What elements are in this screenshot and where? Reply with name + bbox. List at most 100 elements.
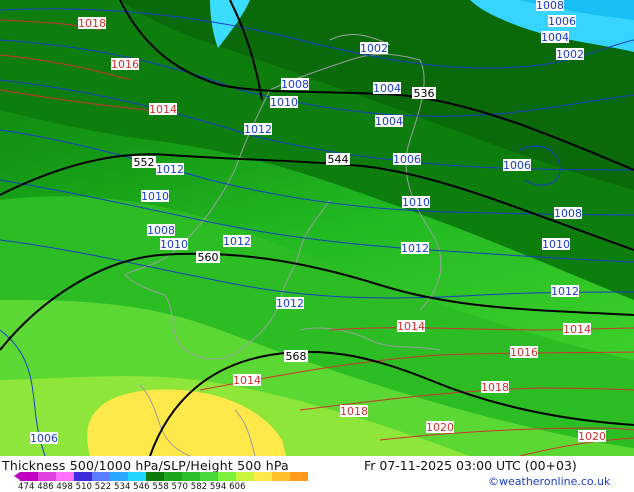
slp-label: 1008 bbox=[536, 0, 564, 12]
scale-swatch bbox=[92, 472, 110, 481]
slp-label: 1018 bbox=[340, 405, 368, 418]
scale-swatch bbox=[182, 472, 200, 481]
slp-label: 1018 bbox=[78, 17, 106, 30]
svg-text:1002: 1002 bbox=[556, 48, 584, 61]
height-label: 568 bbox=[284, 350, 308, 363]
slp-label: 1006 bbox=[30, 432, 58, 445]
slp-label: 1010 bbox=[141, 190, 169, 203]
svg-text:568: 568 bbox=[286, 350, 307, 363]
scale-swatch bbox=[290, 472, 308, 481]
slp-label: 1016 bbox=[510, 346, 538, 359]
slp-label: 1014 bbox=[563, 323, 591, 336]
svg-text:1014: 1014 bbox=[233, 374, 261, 387]
scale-tick: 486 bbox=[37, 482, 54, 492]
scale-tick: 594 bbox=[209, 482, 227, 492]
svg-text:1008: 1008 bbox=[281, 78, 309, 91]
slp-label: 1008 bbox=[554, 207, 582, 220]
svg-text:552: 552 bbox=[134, 156, 155, 169]
scale-tick: 510 bbox=[75, 482, 93, 492]
svg-text:1020: 1020 bbox=[578, 430, 606, 443]
svg-text:1016: 1016 bbox=[111, 58, 139, 71]
slp-label: 1012 bbox=[401, 242, 429, 255]
svg-text:1010: 1010 bbox=[402, 196, 430, 209]
scale-tick: 474 bbox=[18, 482, 35, 492]
svg-text:1004: 1004 bbox=[373, 82, 401, 95]
slp-label: 1010 bbox=[402, 196, 430, 209]
scale-swatch bbox=[236, 472, 254, 481]
slp-label: 1002 bbox=[556, 48, 584, 61]
scale-tick: 582 bbox=[190, 482, 208, 492]
scale-swatch bbox=[20, 472, 38, 481]
color-scale-legend: 474 486 498 510 522 534 546 558 570 582 594 606 bbox=[14, 472, 314, 492]
svg-text:1014: 1014 bbox=[397, 320, 425, 333]
svg-text:1014: 1014 bbox=[563, 323, 591, 336]
svg-text:1018: 1018 bbox=[78, 17, 106, 30]
scale-swatch bbox=[38, 472, 56, 481]
slp-label: 1014 bbox=[233, 374, 261, 387]
svg-text:1018: 1018 bbox=[481, 381, 509, 394]
slp-label: 1002 bbox=[360, 42, 388, 55]
slp-label: 1018 bbox=[481, 381, 509, 394]
svg-text:1010: 1010 bbox=[141, 190, 169, 203]
svg-text:560: 560 bbox=[198, 251, 219, 264]
svg-text:1012: 1012 bbox=[156, 163, 184, 176]
svg-text:1012: 1012 bbox=[551, 285, 579, 298]
height-label: 552 bbox=[132, 156, 156, 169]
scale-tick: 570 bbox=[171, 482, 189, 492]
slp-label: 1010 bbox=[160, 238, 188, 251]
scale-swatch bbox=[74, 472, 92, 481]
scale-tick: 522 bbox=[94, 482, 112, 492]
slp-label: 1008 bbox=[281, 78, 309, 91]
svg-text:1006: 1006 bbox=[393, 153, 421, 166]
scale-tick: 498 bbox=[56, 482, 73, 492]
slp-label: 1014 bbox=[149, 103, 177, 116]
scale-swatch bbox=[110, 472, 128, 481]
svg-text:1014: 1014 bbox=[149, 103, 177, 116]
svg-text:1006: 1006 bbox=[30, 432, 58, 445]
svg-text:1010: 1010 bbox=[542, 238, 570, 251]
scale-tick: 558 bbox=[152, 482, 169, 492]
map-viewer: 1008 1006 1004 1002 1004 1002 1008 1010 … bbox=[0, 0, 634, 492]
slp-label: 1012 bbox=[551, 285, 579, 298]
slp-label: 1004 bbox=[375, 115, 403, 128]
svg-text:1012: 1012 bbox=[401, 242, 429, 255]
svg-text:1004: 1004 bbox=[541, 31, 569, 44]
slp-label: 1012 bbox=[244, 123, 272, 136]
height-label: 560 bbox=[196, 251, 220, 264]
scale-swatch bbox=[164, 472, 182, 481]
slp-label: 1004 bbox=[373, 82, 401, 95]
slp-label: 1010 bbox=[542, 238, 570, 251]
svg-text:1012: 1012 bbox=[223, 235, 251, 248]
svg-text:1010: 1010 bbox=[160, 238, 188, 251]
svg-text:1008: 1008 bbox=[554, 207, 582, 220]
svg-text:1006: 1006 bbox=[503, 159, 531, 172]
slp-label: 1020 bbox=[426, 421, 454, 434]
svg-text:536: 536 bbox=[414, 87, 435, 100]
scale-swatch bbox=[272, 472, 290, 481]
slp-label: 1006 bbox=[548, 15, 576, 28]
svg-text:544: 544 bbox=[328, 153, 349, 166]
slp-label: 1006 bbox=[393, 153, 421, 166]
scale-tick: 534 bbox=[113, 482, 131, 492]
scale-swatch bbox=[146, 472, 164, 481]
svg-text:1016: 1016 bbox=[510, 346, 538, 359]
svg-text:1012: 1012 bbox=[244, 123, 272, 136]
valid-time: Fr 07-11-2025 03:00 UTC (00+03) bbox=[364, 458, 577, 473]
slp-label: 1016 bbox=[111, 58, 139, 71]
svg-text:1002: 1002 bbox=[360, 42, 388, 55]
map-title: Thickness 500/1000 hPa/SLP/Height 500 hP… bbox=[2, 458, 289, 473]
svg-text:1020: 1020 bbox=[426, 421, 454, 434]
slp-label: 1010 bbox=[270, 96, 298, 109]
credit-link[interactable]: ©weatheronline.co.uk bbox=[488, 475, 610, 488]
scale-swatch bbox=[218, 472, 236, 481]
slp-label: 1012 bbox=[156, 163, 184, 176]
slp-label: 1012 bbox=[276, 297, 304, 310]
weather-map: 1008 1006 1004 1002 1004 1002 1008 1010 … bbox=[0, 0, 634, 456]
scale-tick: 606 bbox=[229, 482, 246, 492]
slp-label: 1006 bbox=[503, 159, 531, 172]
scale-color-bar bbox=[20, 472, 308, 481]
slp-label: 1008 bbox=[147, 224, 175, 237]
svg-text:1010: 1010 bbox=[270, 96, 298, 109]
svg-text:1004: 1004 bbox=[375, 115, 403, 128]
svg-text:1012: 1012 bbox=[276, 297, 304, 310]
